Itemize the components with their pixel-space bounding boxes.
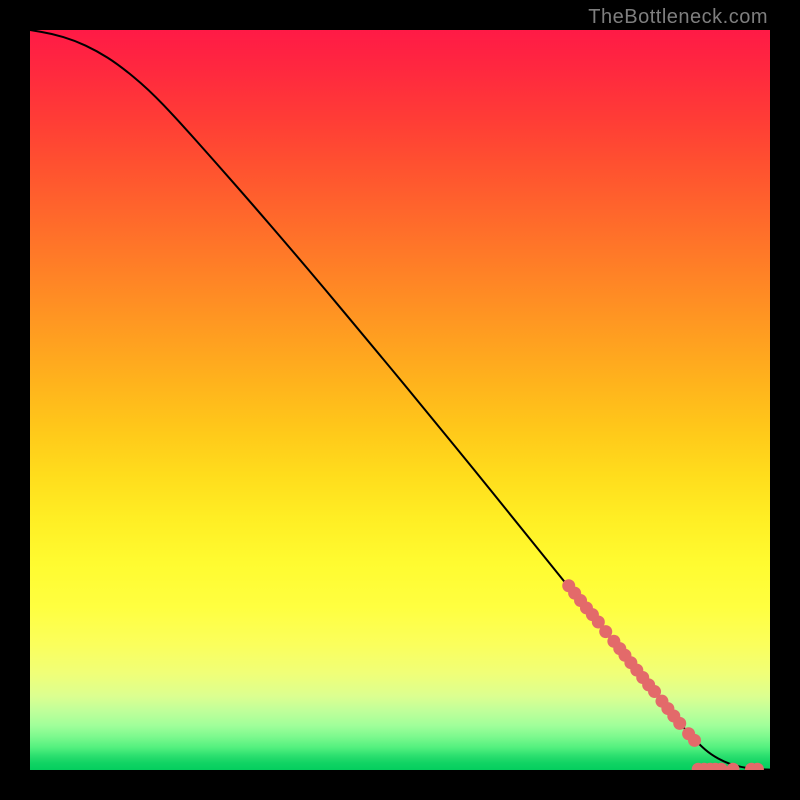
marker-group — [562, 579, 764, 770]
main-curve — [30, 30, 770, 770]
attribution-text: TheBottleneck.com — [588, 6, 768, 29]
chart-svg — [30, 30, 770, 770]
data-marker — [673, 717, 686, 730]
data-marker — [688, 734, 701, 747]
chart-frame: TheBottleneck.com — [0, 0, 800, 800]
plot-area — [30, 30, 770, 770]
